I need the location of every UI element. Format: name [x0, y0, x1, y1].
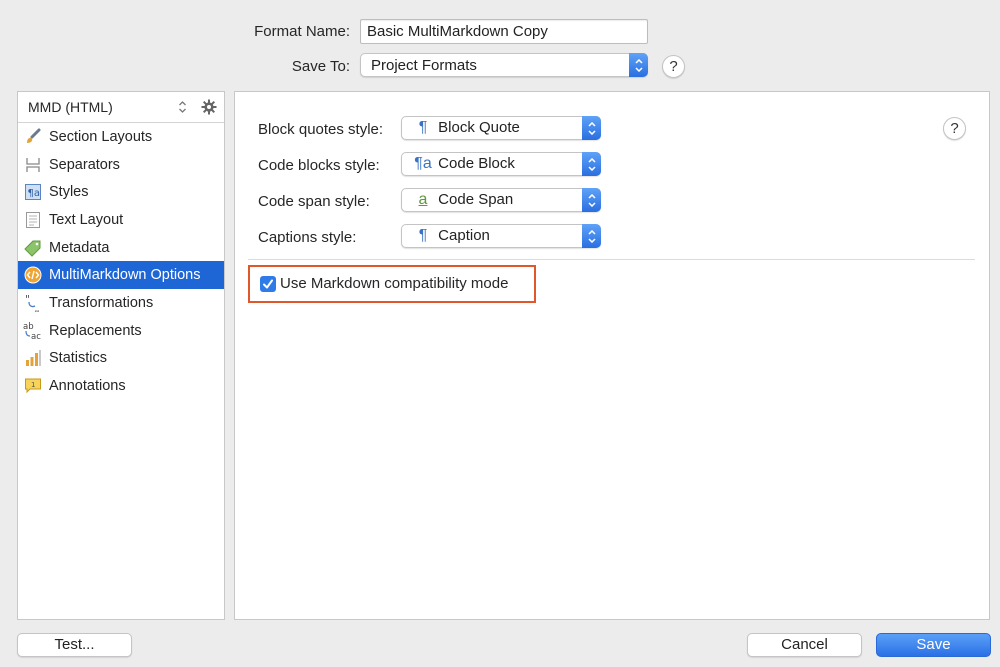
save-to-label: Save To: [291, 58, 350, 75]
highlight-box: Use Markdown compatibility mode [248, 265, 536, 303]
options-panel: ? Block quotes style: ¶ Block Quote Code… [234, 91, 990, 620]
sidebar-item-multimarkdown-options[interactable]: MultiMarkdown Options [18, 261, 224, 290]
underlined-a-icon: a [418, 191, 428, 208]
sidebar-item-label: Separators [49, 156, 120, 173]
format-selector[interactable]: MMD (HTML) [18, 92, 224, 123]
format-name-input[interactable]: Basic MultiMarkdown Copy [360, 19, 648, 44]
sidebar-item-label: Transformations [49, 294, 154, 311]
paragraph-icon: ¶ [418, 119, 428, 136]
updown-arrows-icon [629, 53, 648, 77]
format-selector-label: MMD (HTML) [28, 99, 113, 115]
block-quotes-style-label: Block quotes style: [258, 121, 384, 138]
code-span-style-select[interactable]: a Code Span [401, 188, 601, 212]
sidebar-item-label: Replacements [49, 322, 142, 339]
tag-icon [23, 238, 43, 258]
paragraph-icon: ¶ [418, 227, 428, 244]
sidebar-item-separators[interactable]: Separators [18, 151, 224, 179]
captions-style-label: Captions style: [258, 229, 357, 246]
styles-icon: ¶a [23, 182, 43, 202]
markdown-compat-label[interactable]: Use Markdown compatibility mode [280, 275, 508, 292]
captions-style-value: Caption [438, 227, 490, 244]
gear-icon[interactable] [201, 99, 217, 115]
replace-icon: ab ac [23, 321, 43, 341]
sidebar-item-styles[interactable]: ¶a Styles [18, 178, 224, 206]
sidebar-item-annotations[interactable]: 1 Annotations [18, 372, 224, 400]
sidebar-item-transformations[interactable]: " „ Transformations [18, 289, 224, 317]
block-quotes-style-value: Block Quote [438, 119, 520, 136]
updown-arrows-icon [582, 188, 601, 212]
top-help-button[interactable]: ? [662, 55, 685, 78]
format-name-label: Format Name: [254, 23, 350, 40]
divider [248, 259, 975, 260]
checkmark-icon [263, 279, 273, 289]
text-layout-icon [23, 210, 43, 230]
comment-icon: 1 [23, 376, 43, 396]
sidebar-item-replacements[interactable]: ab ac Replacements [18, 317, 224, 345]
svg-text:ab: ab [23, 322, 34, 332]
sidebar-item-text-layout[interactable]: Text Layout [18, 206, 224, 234]
sidebar: MMD (HTML) Section Layouts Separators ¶a… [17, 91, 225, 620]
sidebar-item-metadata[interactable]: Metadata [18, 234, 224, 262]
svg-text:¶a: ¶a [28, 188, 41, 199]
markdown-compat-checkbox[interactable] [260, 276, 276, 292]
cancel-button[interactable]: Cancel [747, 633, 862, 657]
separator-icon [23, 155, 43, 175]
block-quotes-style-select[interactable]: ¶ Block Quote [401, 116, 601, 140]
sidebar-item-statistics[interactable]: Statistics [18, 345, 224, 373]
updown-arrows-icon [582, 224, 601, 248]
updown-arrows-icon [582, 116, 601, 140]
bar-chart-icon [23, 348, 43, 368]
sidebar-item-label: Metadata [49, 239, 110, 256]
sidebar-item-label: Section Layouts [49, 128, 153, 145]
code-blocks-style-value: Code Block [438, 155, 515, 172]
svg-text:ac: ac [31, 332, 41, 341]
updown-arrows-icon [582, 152, 601, 176]
save-to-select[interactable]: Project Formats [360, 53, 648, 77]
sidebar-item-label: Annotations [49, 378, 126, 395]
code-badge-icon [23, 265, 43, 285]
sidebar-item-label: Statistics [49, 350, 108, 367]
save-button[interactable]: Save [876, 633, 991, 657]
code-span-style-label: Code span style: [258, 193, 370, 210]
brush-icon [23, 127, 43, 147]
quotes-icon: " „ [23, 293, 43, 313]
chevron-updown-icon [179, 101, 186, 113]
save-to-value: Project Formats [371, 56, 477, 74]
test-button[interactable]: Test... [17, 633, 132, 657]
code-span-style-value: Code Span [438, 191, 514, 208]
code-blocks-style-label: Code blocks style: [258, 157, 380, 174]
svg-text:1: 1 [31, 381, 35, 389]
captions-style-select[interactable]: ¶ Caption [401, 224, 601, 248]
sidebar-item-label: Styles [49, 184, 89, 201]
svg-text:„: „ [34, 302, 40, 312]
code-blocks-style-select[interactable]: ¶a Code Block [401, 152, 601, 176]
paragraph-a-icon: ¶a [414, 155, 432, 172]
sidebar-item-section-layouts[interactable]: Section Layouts [18, 123, 224, 151]
panel-help-button[interactable]: ? [943, 117, 966, 140]
sidebar-item-label: MultiMarkdown Options [49, 267, 201, 284]
sidebar-item-label: Text Layout [49, 211, 124, 228]
